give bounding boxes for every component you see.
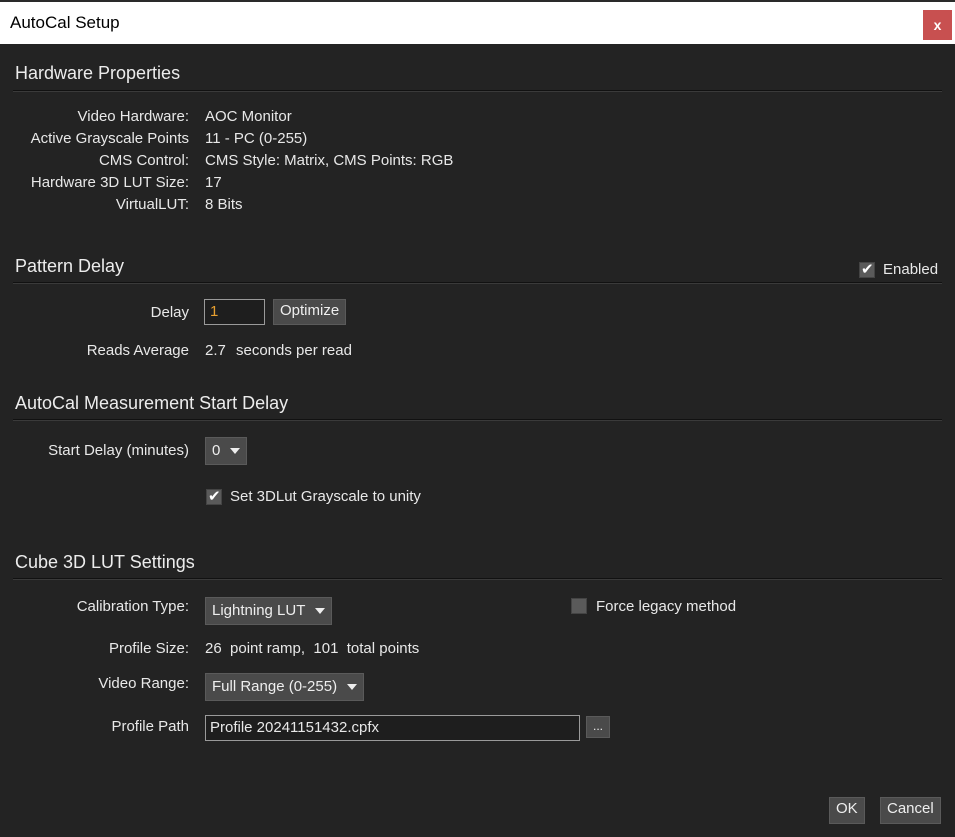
- profile-size-value: 26 point ramp, 101 total points: [205, 640, 420, 657]
- reads-average-label: Reads Average: [86, 342, 189, 359]
- grayscale-points-label: Active Grayscale Points: [30, 130, 189, 147]
- start-delay-value: 0: [212, 442, 221, 459]
- virtuallut-label: VirtualLUT:: [115, 196, 189, 213]
- video-range-value: Full Range (0-255): [212, 678, 338, 695]
- reads-average-value: 2.7: [205, 342, 226, 359]
- section-start-delay-title: AutoCal Measurement Start Delay: [15, 393, 289, 413]
- video-hardware-label: Video Hardware:: [77, 108, 189, 125]
- section-cube-title: Cube 3D LUT Settings: [15, 552, 195, 572]
- virtuallut-value: 8 Bits: [205, 196, 243, 213]
- delay-label: Delay: [150, 304, 189, 321]
- chevron-down-icon: [230, 448, 241, 455]
- start-delay-label: Start Delay (minutes): [48, 442, 189, 459]
- section-hardware-title: Hardware Properties: [15, 63, 181, 83]
- video-hardware-value: AOC Monitor: [205, 108, 292, 125]
- lut-size-label: Hardware 3D LUT Size:: [30, 174, 189, 191]
- close-button[interactable]: x: [923, 10, 952, 40]
- ok-button[interactable]: OK: [829, 797, 865, 824]
- profile-path-input[interactable]: Profile 20241151432.cpfx: [205, 715, 580, 741]
- force-legacy-checkbox[interactable]: [571, 598, 587, 614]
- delay-input[interactable]: 1: [204, 299, 265, 325]
- profile-size-label: Profile Size:: [108, 640, 189, 657]
- start-delay-dropdown[interactable]: 0: [205, 437, 248, 465]
- window-title: AutoCal Setup: [10, 13, 120, 32]
- calibration-type-label: Calibration Type:: [76, 598, 189, 615]
- divider: [13, 282, 942, 284]
- divider: [13, 419, 942, 421]
- grayscale-points-value: 11 - PC (0-255): [205, 130, 308, 147]
- browse-button[interactable]: ...: [586, 716, 610, 738]
- calibration-type-dropdown[interactable]: Lightning LUT: [205, 597, 333, 625]
- divider: [13, 578, 942, 580]
- divider: [13, 90, 942, 92]
- title-bar: AutoCal Setup x: [0, 2, 955, 44]
- reads-average-unit: seconds per read: [236, 342, 352, 359]
- force-legacy-label: Force legacy method: [596, 598, 737, 615]
- enabled-checkbox[interactable]: [859, 260, 875, 278]
- cms-control-value: CMS Style: Matrix, CMS Points: RGB: [205, 152, 454, 169]
- profile-path-label: Profile Path: [111, 718, 189, 735]
- lut-size-value: 17: [205, 174, 222, 191]
- enabled-label: Enabled: [883, 261, 939, 278]
- chevron-down-icon: [347, 684, 358, 691]
- video-range-label: Video Range:: [98, 675, 189, 692]
- unity-checkbox[interactable]: [206, 487, 222, 505]
- cms-control-label: CMS Control:: [98, 152, 189, 169]
- chevron-down-icon: [315, 608, 326, 615]
- section-pattern-title: Pattern Delay: [15, 256, 125, 276]
- video-range-dropdown[interactable]: Full Range (0-255): [205, 673, 365, 701]
- calibration-type-value: Lightning LUT: [212, 602, 306, 619]
- cancel-button[interactable]: Cancel: [880, 797, 941, 824]
- unity-label: Set 3DLut Grayscale to unity: [230, 488, 421, 505]
- optimize-button[interactable]: Optimize: [273, 299, 347, 325]
